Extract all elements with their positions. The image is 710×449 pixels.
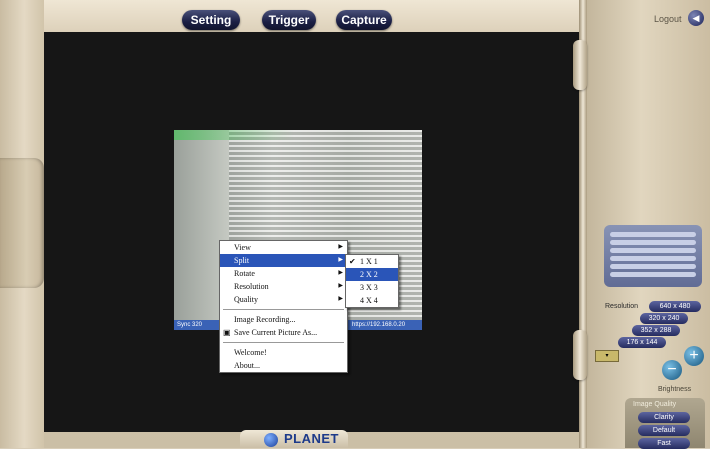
menu-separator	[223, 342, 344, 343]
menu-item-label: Image Recording...	[234, 315, 296, 324]
submenu-arrow-icon: ▶	[338, 296, 343, 302]
menu-item-welcome[interactable]: Welcome!	[220, 346, 347, 359]
control-panel	[585, 0, 710, 448]
brightness-down-icon[interactable]: −	[662, 360, 682, 380]
resolution-176x144-button[interactable]: 176 x 144	[618, 337, 666, 348]
menu-item-label: Rotate	[234, 269, 255, 278]
split-submenu: ✔ 1 X 1 2 X 2 3 X 3 4 X 4	[345, 254, 399, 308]
menu-item-image-recording[interactable]: Image Recording...	[220, 313, 347, 326]
grille-slot	[610, 232, 696, 237]
submenu-item-label: 1 X 1	[360, 257, 378, 266]
capture-button[interactable]: Capture	[336, 10, 392, 30]
logout-label[interactable]: Logout	[654, 14, 682, 24]
setting-button[interactable]: Setting	[182, 10, 240, 30]
split-option-4x4[interactable]: 4 X 4	[346, 294, 398, 307]
menu-item-view[interactable]: View ▶	[220, 241, 347, 254]
menu-item-label: About...	[234, 361, 260, 370]
submenu-arrow-icon: ▶	[338, 283, 343, 289]
submenu-arrow-icon: ▶	[338, 270, 343, 276]
grille-slot	[610, 264, 696, 269]
left-panel-handle[interactable]	[0, 158, 44, 288]
menu-item-label: Resolution	[234, 282, 269, 291]
submenu-arrow-icon: ▶	[338, 257, 343, 263]
menu-item-label: View	[234, 243, 251, 252]
resolution-640x480-button[interactable]: 640 x 480	[649, 301, 701, 312]
upper-hinge	[573, 40, 587, 90]
menu-item-resolution[interactable]: Resolution ▶	[220, 280, 347, 293]
submenu-arrow-icon: ▶	[338, 244, 343, 250]
mini-dropdown[interactable]: ▾	[595, 350, 619, 362]
grille-slot	[610, 240, 696, 245]
feed-glare	[174, 130, 294, 140]
grille-slot	[610, 272, 696, 277]
planet-globe-icon	[264, 433, 278, 447]
speaker-grille	[604, 225, 702, 287]
menu-item-save-picture[interactable]: ▣ Save Current Picture As...	[220, 326, 347, 339]
menu-item-label: Welcome!	[234, 348, 267, 357]
trigger-button[interactable]: Trigger	[262, 10, 316, 30]
quality-clarity-button[interactable]: Clarity	[638, 412, 690, 423]
brightness-up-icon[interactable]: +	[684, 346, 704, 366]
quality-fast-button[interactable]: Fast	[638, 438, 690, 449]
grille-slot	[610, 248, 696, 253]
split-option-3x3[interactable]: 3 X 3	[346, 281, 398, 294]
submenu-item-label: 3 X 3	[360, 283, 378, 292]
lower-hinge	[573, 330, 587, 380]
menu-item-split[interactable]: Split ▶	[220, 254, 347, 267]
resolution-label: Resolution	[605, 303, 639, 310]
check-icon: ✔	[349, 257, 356, 266]
menu-separator	[223, 309, 344, 310]
menu-item-label: Split	[234, 256, 250, 265]
menu-item-about[interactable]: About...	[220, 359, 347, 372]
menu-item-rotate[interactable]: Rotate ▶	[220, 267, 347, 280]
feed-status-right: https://192.168.0.20	[352, 322, 406, 328]
context-menu: View ▶ Split ▶ Rotate ▶ Resolution ▶ Quality…	[219, 240, 348, 373]
submenu-item-label: 4 X 4	[360, 296, 378, 305]
save-icon: ▣	[223, 328, 231, 337]
image-quality-label: Image Quality	[633, 401, 677, 408]
split-option-2x2[interactable]: 2 X 2	[346, 268, 398, 281]
feed-status-left: Sync 320	[177, 322, 203, 328]
logout-icon[interactable]: ◀	[688, 10, 704, 26]
split-option-1x1[interactable]: ✔ 1 X 1	[346, 255, 398, 268]
menu-item-quality[interactable]: Quality ▶	[220, 293, 347, 306]
menu-item-label: Quality	[234, 295, 258, 304]
quality-default-button[interactable]: Default	[638, 425, 690, 436]
menu-item-label: Save Current Picture As...	[234, 328, 318, 337]
brightness-label: Brightness	[658, 386, 692, 393]
resolution-320x240-button[interactable]: 320 x 240	[640, 313, 688, 324]
resolution-352x288-button[interactable]: 352 x 288	[632, 325, 680, 336]
brand-logo: PLANET	[284, 431, 339, 446]
grille-slot	[610, 256, 696, 261]
submenu-item-label: 2 X 2	[360, 270, 378, 279]
